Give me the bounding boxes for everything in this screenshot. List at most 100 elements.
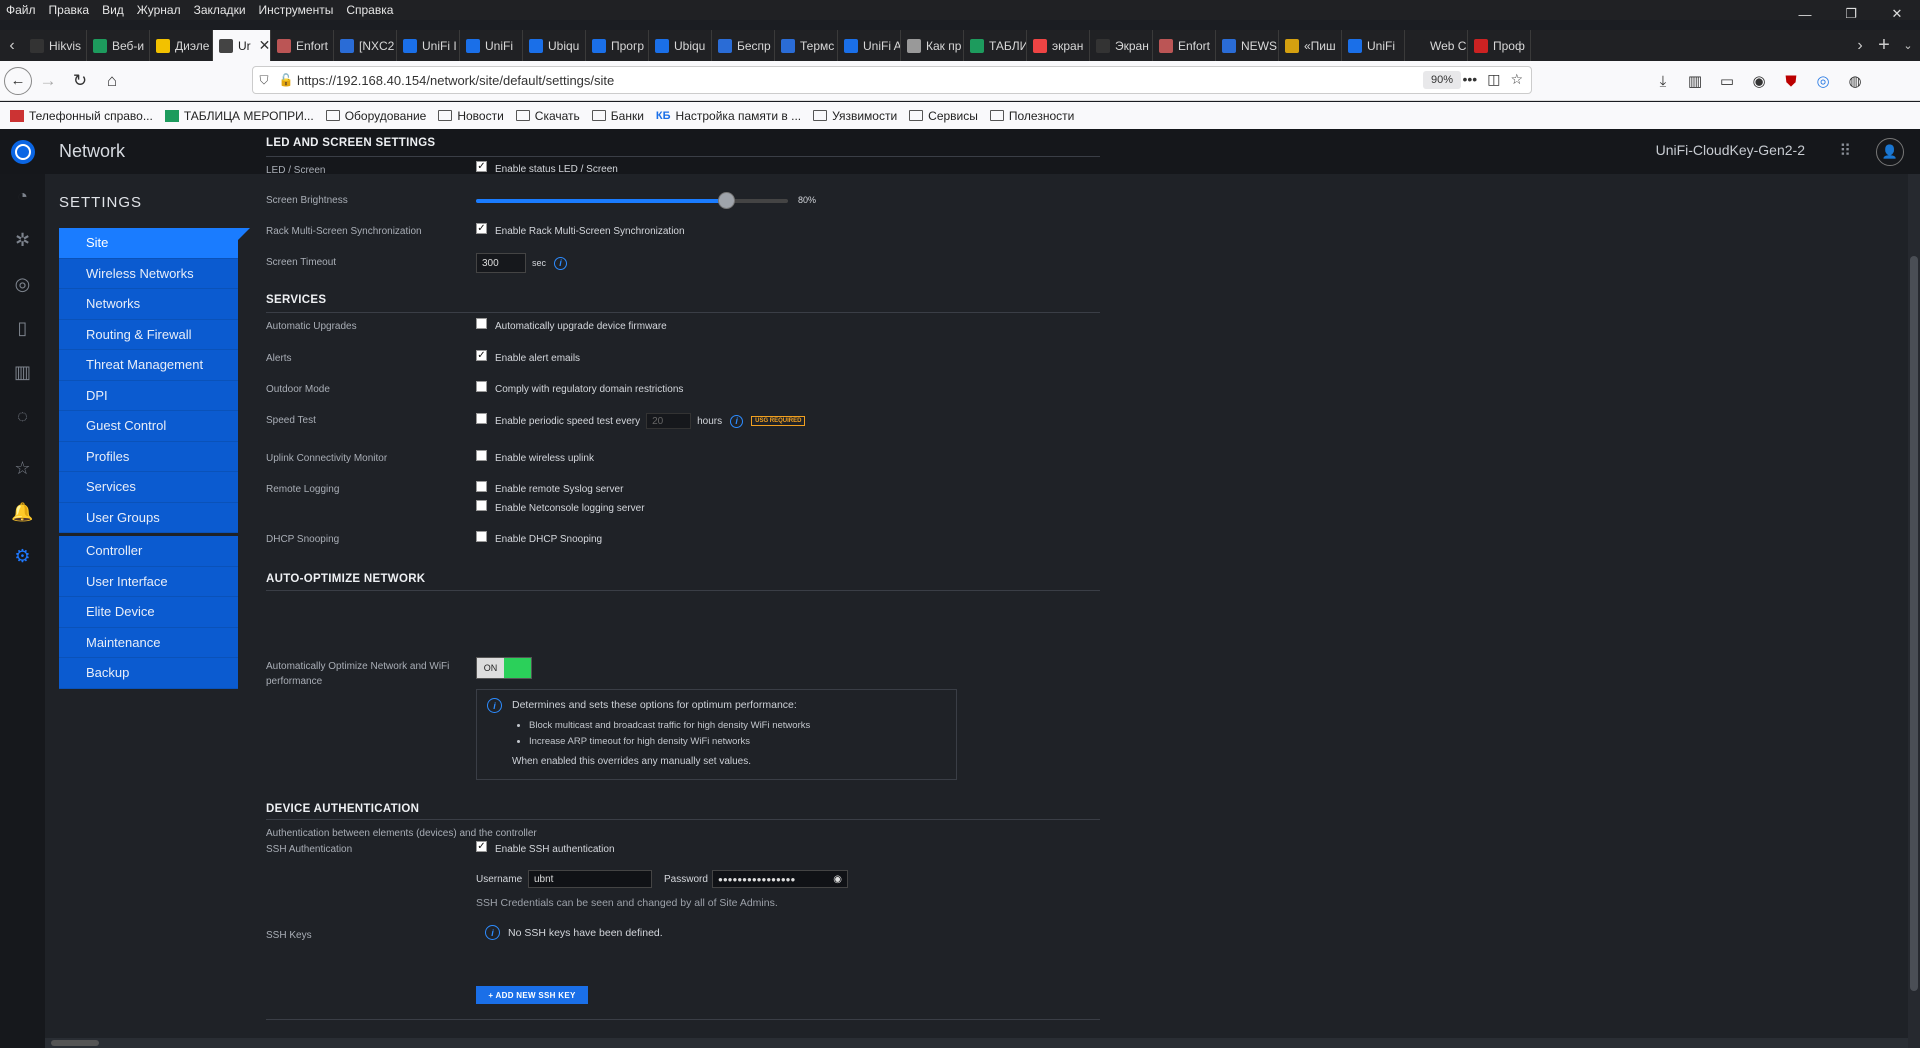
bookmark-item[interactable]: Банки [591, 109, 644, 123]
downloads-icon[interactable]: ⤓ [1650, 65, 1676, 97]
scrollbar-thumb[interactable] [1910, 256, 1918, 991]
syslog-row[interactable]: Enable remote Syslog server [476, 481, 623, 495]
settings-nav-elite-device[interactable]: Elite Device [59, 597, 238, 628]
scrollbar-thumb[interactable] [51, 1040, 99, 1046]
browser-tab[interactable]: [NXC2 [334, 30, 397, 61]
led-checkbox[interactable]: ✓ [476, 161, 487, 172]
led-check-label[interactable]: Enable status LED / Screen [495, 164, 618, 175]
list-tabs-icon[interactable]: ⌄ [1896, 30, 1920, 61]
tab-label[interactable]: UniFi [485, 39, 513, 53]
menu-item[interactable]: Инструменты [259, 3, 334, 17]
timeout-input[interactable]: 300 [476, 253, 526, 273]
add-ssh-key-button[interactable]: + ADD NEW SSH KEY [476, 986, 588, 1004]
bookmark-label[interactable]: Оборудование [345, 109, 427, 123]
uplink-check-label[interactable]: Enable wireless uplink [495, 453, 594, 464]
sidebar-icon[interactable]: ▭ [1714, 65, 1740, 97]
horizontal-scrollbar[interactable] [45, 1038, 1908, 1048]
password-value[interactable]: ●●●●●●●●●●●●●●●● [718, 875, 795, 884]
app-grid-icon[interactable]: ⠿ [1839, 141, 1852, 161]
bookmark-label[interactable]: Полезности [1009, 109, 1074, 123]
bookmark-label[interactable]: Сервисы [928, 109, 978, 123]
insights-icon[interactable]: ◌ [0, 394, 45, 438]
browser-tab[interactable]: Веб-и [87, 30, 150, 61]
ssh-auth-row[interactable]: ✓ Enable SSH authentication [476, 841, 615, 855]
browser-tab[interactable]: экран [1027, 30, 1090, 61]
info-icon[interactable]: i [554, 256, 568, 270]
ublock-icon[interactable]: ⛊ [1778, 65, 1804, 97]
extension-2-icon[interactable]: ◍ [1842, 65, 1868, 97]
bookmark-star-icon[interactable]: ☆ [1510, 71, 1523, 88]
events-icon[interactable]: ☆ [0, 446, 45, 490]
auto-upgrade-row[interactable]: Automatically upgrade device firmware [476, 318, 667, 332]
tabs-scroll-right-icon[interactable]: › [1848, 30, 1872, 61]
close-window-button[interactable]: ✕ [1874, 0, 1920, 28]
speedtest-row[interactable]: Enable periodic speed test every 20 hour… [476, 412, 806, 429]
browser-tab-active[interactable]: Ur ✕ [213, 30, 271, 61]
alerts-row[interactable]: ✓ Enable alert emails [476, 350, 580, 364]
bookmark-label[interactable]: Скачать [535, 109, 580, 123]
settings-nav-guest-control[interactable]: Guest Control [59, 411, 238, 442]
browser-tab[interactable]: ТАБЛИ [964, 30, 1027, 61]
browser-tab[interactable]: Термс [775, 30, 838, 61]
clients-icon[interactable]: ▯ [0, 306, 45, 350]
settings-nav-wireless-networks[interactable]: Wireless Networks [59, 258, 238, 289]
tab-label[interactable]: Web Conf [1430, 39, 1467, 53]
menu-item[interactable]: Справка [346, 3, 393, 17]
rack-checkbox-row[interactable]: ✓ Enable Rack Multi-Screen Synchronizatio… [476, 223, 685, 237]
dhcp-checkbox[interactable] [476, 531, 487, 542]
browser-tab[interactable]: Как пр [901, 30, 964, 61]
brightness-slider[interactable] [476, 192, 788, 209]
tab-label[interactable]: ТАБЛИ [989, 39, 1026, 53]
settings-nav-backup[interactable]: Backup [59, 658, 238, 689]
settings-nav-services[interactable]: Services [59, 472, 238, 503]
bookmark-item[interactable]: Телефонный справо... [10, 109, 153, 123]
browser-tab[interactable]: «Пиш [1279, 30, 1342, 61]
netconsole-check-label[interactable]: Enable Netconsole logging server [495, 503, 645, 514]
tab-label[interactable]: Enfort [296, 39, 328, 53]
tab-label[interactable]: «Пиш [1304, 39, 1336, 53]
settings-nav-networks[interactable]: Networks [59, 289, 238, 320]
ssh-auth-check-label[interactable]: Enable SSH authentication [495, 844, 615, 855]
browser-tab[interactable]: Enfort [1153, 30, 1216, 61]
reload-icon[interactable]: ↻ [64, 65, 96, 97]
devices-icon[interactable]: ◎ [0, 262, 45, 306]
back-icon[interactable]: ← [4, 66, 32, 95]
alerts-bell-icon[interactable]: 🔔 [0, 490, 45, 534]
speedtest-check-label[interactable]: Enable periodic speed test every [495, 416, 640, 427]
tab-label[interactable]: Диэле [175, 39, 209, 53]
zoom-level[interactable]: 90% [1422, 71, 1461, 89]
bookmark-item[interactable]: Скачать [515, 109, 580, 123]
tab-label[interactable]: UniFi I [422, 39, 457, 53]
tabs-scroll-left-icon[interactable]: ‹ [0, 30, 24, 61]
netconsole-checkbox[interactable] [476, 500, 487, 511]
settings-nav-user-groups[interactable]: User Groups [59, 502, 238, 533]
outdoor-row[interactable]: Comply with regulatory domain restrictio… [476, 381, 683, 395]
alerts-check-label[interactable]: Enable alert emails [495, 353, 580, 364]
tab-label[interactable]: UniFi A [863, 39, 900, 53]
browser-tab[interactable]: NEWS [1216, 30, 1279, 61]
tab-label[interactable]: Enfort [1178, 39, 1210, 53]
dhcp-row[interactable]: Enable DHCP Snooping [476, 531, 602, 545]
browser-tab[interactable]: Прогр [586, 30, 649, 61]
settings-nav-site[interactable]: Site [59, 228, 238, 259]
browser-tab[interactable]: UniFi [460, 30, 523, 61]
bookmark-label[interactable]: Банки [611, 109, 644, 123]
statistics-icon[interactable]: ▥ [0, 350, 45, 394]
browser-tab[interactable]: UniFi [1342, 30, 1405, 61]
pocket-icon[interactable]: ◫ [1487, 71, 1500, 88]
controller-name[interactable]: UniFi-CloudKey-Gen2-2 [1656, 142, 1805, 158]
rack-checkbox[interactable]: ✓ [476, 223, 487, 234]
bookmark-item[interactable]: ТАБЛИЦА МЕРОПРИ... [164, 109, 314, 123]
tab-label[interactable]: Проф [1493, 39, 1525, 53]
auto-optimize-toggle[interactable]: ON [476, 657, 532, 679]
alerts-checkbox[interactable]: ✓ [476, 350, 487, 361]
browser-tab[interactable]: Ubiqu [523, 30, 586, 61]
vertical-scrollbar[interactable] [1908, 174, 1920, 1048]
browser-tab[interactable]: Hikvis [24, 30, 87, 61]
browser-tab[interactable]: UniFi I [397, 30, 460, 61]
tab-label[interactable]: Термс [800, 39, 834, 53]
browser-tab[interactable]: Диэле [150, 30, 213, 61]
syslog-checkbox[interactable] [476, 481, 487, 492]
tab-label[interactable]: Прогр [611, 39, 644, 53]
bookmark-item[interactable]: Новости [438, 109, 504, 123]
